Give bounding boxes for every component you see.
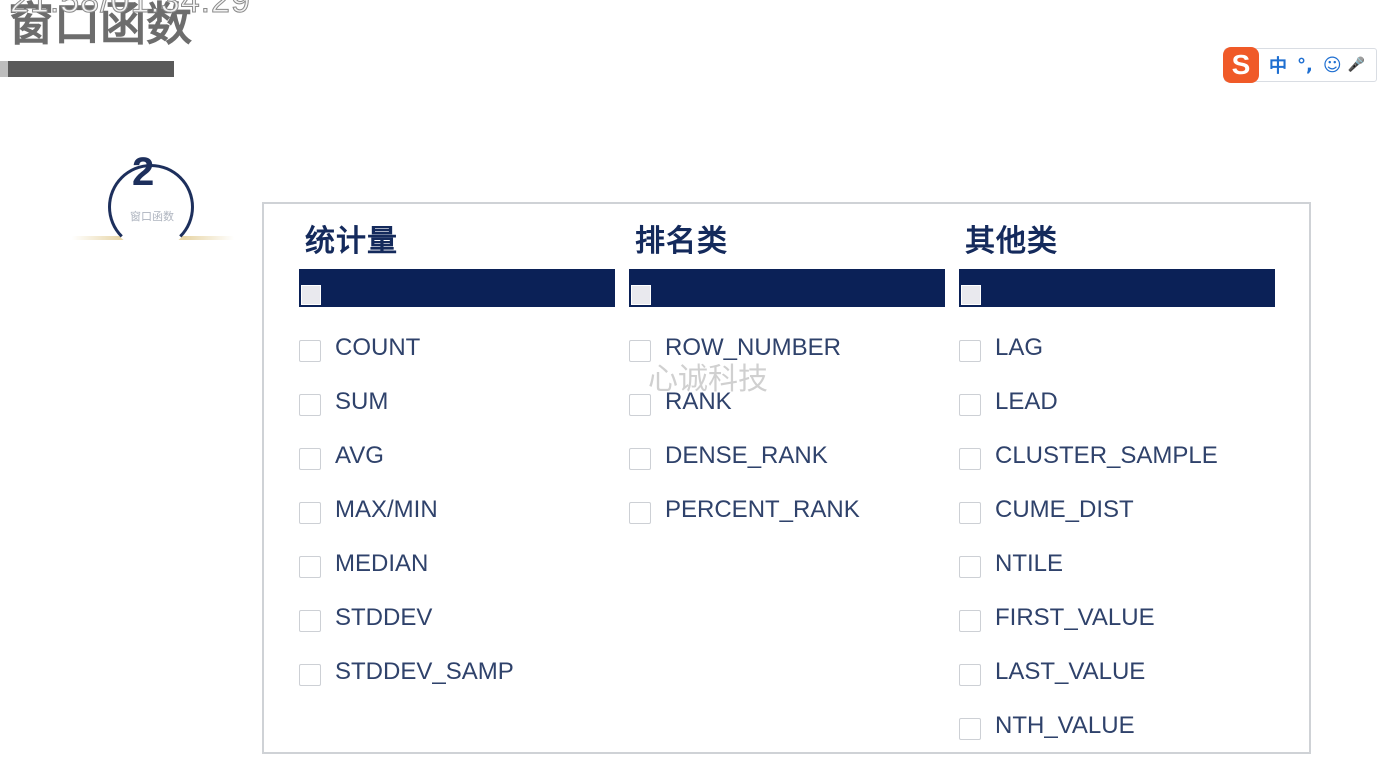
section-badge: 2 窗口函数 (72, 150, 234, 260)
item-label: CUME_DIST (995, 496, 1134, 523)
item-label: RANK (665, 388, 732, 415)
column-header-bar (629, 269, 945, 307)
item-label: STDDEV_SAMP (335, 658, 514, 685)
item-label: LEAD (995, 388, 1058, 415)
list-item[interactable]: LEAD (959, 388, 1275, 442)
item-label: PERCENT_RANK (665, 496, 860, 523)
item-checkbox[interactable] (299, 448, 321, 470)
sogou-logo-icon[interactable]: S (1223, 47, 1259, 83)
section-number: 2 (132, 150, 155, 194)
item-checkbox[interactable] (299, 502, 321, 524)
item-list: ROW_NUMBER RANK DENSE_RANK PERCENT_RANK (629, 334, 945, 550)
ime-punctuation-toggle[interactable]: °, (1297, 55, 1313, 76)
column-title: 排名类 (635, 224, 728, 259)
item-list: COUNT SUM AVG MAX/MIN MEDIAN STDDEV STDD… (299, 334, 615, 712)
list-item[interactable]: FIRST_VALUE (959, 604, 1275, 658)
list-item[interactable]: AVG (299, 442, 615, 496)
list-item[interactable]: DENSE_RANK (629, 442, 945, 496)
item-checkbox[interactable] (959, 610, 981, 632)
list-item[interactable]: MEDIAN (299, 550, 615, 604)
item-label: MAX/MIN (335, 496, 438, 523)
item-checkbox[interactable] (299, 340, 321, 362)
list-item[interactable]: RANK (629, 388, 945, 442)
item-checkbox[interactable] (299, 664, 321, 686)
section-caption: 窗口函数 (130, 210, 174, 223)
column-title: 其他类 (965, 224, 1058, 259)
item-checkbox[interactable] (959, 394, 981, 416)
microphone-icon[interactable]: 🎤 (1348, 57, 1365, 73)
item-checkbox[interactable] (299, 394, 321, 416)
select-all-checkbox[interactable] (301, 285, 321, 305)
list-item[interactable]: NTH_VALUE (959, 712, 1275, 766)
item-checkbox[interactable] (629, 394, 651, 416)
item-label: CLUSTER_SAMPLE (995, 442, 1218, 469)
item-label: COUNT (335, 334, 421, 361)
item-checkbox[interactable] (959, 718, 981, 740)
list-item[interactable]: CUME_DIST (959, 496, 1275, 550)
item-list: LAG LEAD CLUSTER_SAMPLE CUME_DIST NTILE … (959, 334, 1275, 766)
column-header-bar (299, 269, 615, 307)
list-item[interactable]: COUNT (299, 334, 615, 388)
item-label: STDDEV (335, 604, 433, 631)
ime-toolbar[interactable]: S 中 °, ☺ 🎤 (1223, 47, 1377, 83)
item-checkbox[interactable] (959, 340, 981, 362)
item-label: LAG (995, 334, 1044, 361)
item-label: AVG (335, 442, 384, 469)
item-checkbox[interactable] (959, 448, 981, 470)
item-label: LAST_VALUE (995, 658, 1146, 685)
item-checkbox[interactable] (959, 664, 981, 686)
select-all-checkbox[interactable] (631, 285, 651, 305)
list-item[interactable]: ROW_NUMBER (629, 334, 945, 388)
item-label: SUM (335, 388, 389, 415)
item-checkbox[interactable] (629, 448, 651, 470)
list-item[interactable]: SUM (299, 388, 615, 442)
item-checkbox[interactable] (959, 556, 981, 578)
item-label: ROW_NUMBER (665, 334, 842, 361)
item-checkbox[interactable] (299, 556, 321, 578)
list-item[interactable]: LAST_VALUE (959, 658, 1275, 712)
item-label: DENSE_RANK (665, 442, 828, 469)
list-item[interactable]: PERCENT_RANK (629, 496, 945, 550)
column-title: 统计量 (305, 224, 398, 259)
emoji-icon[interactable]: ☺ (1323, 55, 1342, 76)
item-label: NTILE (995, 550, 1064, 577)
list-item[interactable]: CLUSTER_SAMPLE (959, 442, 1275, 496)
item-checkbox[interactable] (299, 610, 321, 632)
item-label: MEDIAN (335, 550, 429, 577)
item-checkbox[interactable] (629, 502, 651, 524)
item-checkbox[interactable] (629, 340, 651, 362)
list-item[interactable]: LAG (959, 334, 1275, 388)
list-item[interactable]: STDDEV_SAMP (299, 658, 615, 712)
item-checkbox[interactable] (959, 502, 981, 524)
column-header-bar (959, 269, 1275, 307)
functions-panel: 统计量 COUNT SUM AVG MAX/MIN MEDIAN STDDEV … (262, 202, 1311, 754)
list-item[interactable]: MAX/MIN (299, 496, 615, 550)
video-timestamp: 21:58/01:34:29 (10, 0, 251, 21)
item-label: NTH_VALUE (995, 712, 1135, 739)
select-all-checkbox[interactable] (961, 285, 981, 305)
ime-mode-toggle[interactable]: 中 (1269, 52, 1287, 78)
list-item[interactable]: STDDEV (299, 604, 615, 658)
list-item[interactable]: NTILE (959, 550, 1275, 604)
title-underline (0, 61, 174, 77)
item-label: FIRST_VALUE (995, 604, 1155, 631)
